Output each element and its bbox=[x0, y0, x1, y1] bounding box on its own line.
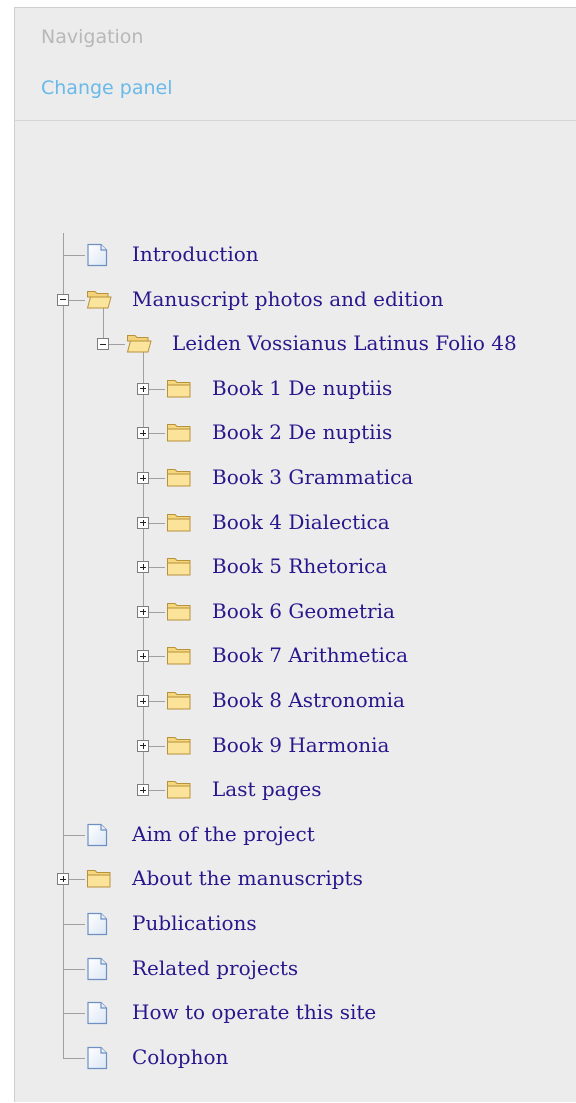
tree-connector bbox=[63, 968, 85, 970]
expand-icon[interactable] bbox=[137, 739, 149, 752]
tree-item-book-8-astronomia[interactable]: Book 8 Astronomia bbox=[212, 688, 405, 712]
tree-item-book-1-de-nuptiis[interactable]: Book 1 De nuptiis bbox=[212, 376, 392, 400]
toggle-bar bbox=[142, 519, 144, 526]
tree-item-book-5-rhetorica[interactable]: Book 5 Rhetorica bbox=[212, 554, 387, 578]
tree-connector bbox=[63, 834, 85, 836]
tree-guide-level-0 bbox=[63, 233, 64, 1058]
tree-item-last-pages[interactable]: Last pages bbox=[212, 777, 322, 801]
folder-icon bbox=[166, 600, 192, 626]
expand-icon[interactable] bbox=[137, 784, 149, 797]
expand-icon[interactable] bbox=[57, 873, 69, 886]
tree-item-aim-of-the-project[interactable]: Aim of the project bbox=[132, 822, 315, 846]
toggle-bar bbox=[60, 299, 66, 301]
page-icon bbox=[86, 957, 108, 985]
tree-item-leiden-vossianus-latinus-folio-48[interactable]: Leiden Vossianus Latinus Folio 48 bbox=[172, 331, 517, 355]
toggle-bar bbox=[62, 876, 64, 883]
collapse-icon[interactable] bbox=[57, 293, 69, 306]
toggle-bar bbox=[100, 343, 106, 345]
folder-icon bbox=[166, 689, 192, 715]
navigation-tree: Introduction Manuscript photos and editio… bbox=[15, 8, 576, 1103]
toggle-bar bbox=[142, 608, 144, 615]
folder-icon bbox=[166, 644, 192, 670]
tree-item-book-2-de-nuptiis[interactable]: Book 2 De nuptiis bbox=[212, 420, 392, 444]
page-icon bbox=[86, 243, 108, 271]
tree-connector bbox=[63, 1057, 85, 1059]
page-icon bbox=[86, 1001, 108, 1029]
tree-item-manuscript-photos-and-edition[interactable]: Manuscript photos and edition bbox=[132, 287, 444, 311]
folder-icon bbox=[166, 555, 192, 581]
folder-icon bbox=[166, 421, 192, 447]
page-icon bbox=[86, 1046, 108, 1074]
navigation-panel: Navigation Change panel Introduction Manu… bbox=[14, 7, 576, 1102]
folder-icon bbox=[86, 867, 112, 893]
folder-open-icon bbox=[86, 288, 112, 314]
expand-icon[interactable] bbox=[137, 382, 149, 395]
collapse-icon[interactable] bbox=[97, 338, 109, 351]
page-icon bbox=[86, 912, 108, 940]
tree-item-book-7-arithmetica[interactable]: Book 7 Arithmetica bbox=[212, 643, 408, 667]
folder-open-icon bbox=[126, 332, 152, 358]
expand-icon[interactable] bbox=[137, 427, 149, 440]
toggle-bar bbox=[142, 698, 144, 704]
expand-icon[interactable] bbox=[137, 472, 149, 484]
folder-icon bbox=[166, 466, 192, 492]
tree-connector bbox=[63, 255, 85, 256]
tree-item-introduction[interactable]: Introduction bbox=[132, 242, 259, 266]
tree-item-colophon[interactable]: Colophon bbox=[132, 1045, 228, 1069]
tree-item-book-9-harmonia[interactable]: Book 9 Harmonia bbox=[212, 733, 389, 757]
tree-item-book-3-grammatica[interactable]: Book 3 Grammatica bbox=[212, 465, 413, 489]
expand-icon[interactable] bbox=[137, 561, 149, 574]
toggle-bar bbox=[142, 385, 144, 392]
tree-item-book-4-dialectica[interactable]: Book 4 Dialectica bbox=[212, 510, 390, 534]
tree-item-book-6-geometria[interactable]: Book 6 Geometria bbox=[212, 599, 395, 623]
tree-connector bbox=[63, 1013, 85, 1015]
expand-icon[interactable] bbox=[137, 695, 149, 707]
folder-icon bbox=[166, 734, 192, 760]
toggle-bar bbox=[142, 564, 144, 571]
folder-icon bbox=[166, 778, 192, 804]
toggle-bar bbox=[142, 787, 144, 794]
toggle-bar bbox=[142, 653, 144, 660]
folder-icon bbox=[166, 377, 192, 403]
expand-icon[interactable] bbox=[137, 650, 149, 663]
toggle-bar bbox=[142, 475, 144, 481]
tree-connector bbox=[63, 924, 85, 925]
folder-icon bbox=[166, 511, 192, 537]
expand-icon[interactable] bbox=[137, 516, 149, 529]
page-icon bbox=[86, 823, 108, 851]
tree-item-how-to-operate-this-site[interactable]: How to operate this site bbox=[132, 1000, 376, 1024]
tree-item-publications[interactable]: Publications bbox=[132, 911, 257, 935]
toggle-bar bbox=[142, 430, 144, 437]
expand-icon[interactable] bbox=[137, 605, 149, 618]
tree-item-about-the-manuscripts[interactable]: About the manuscripts bbox=[132, 866, 363, 890]
toggle-bar bbox=[142, 742, 144, 749]
tree-item-related-projects[interactable]: Related projects bbox=[132, 956, 298, 980]
